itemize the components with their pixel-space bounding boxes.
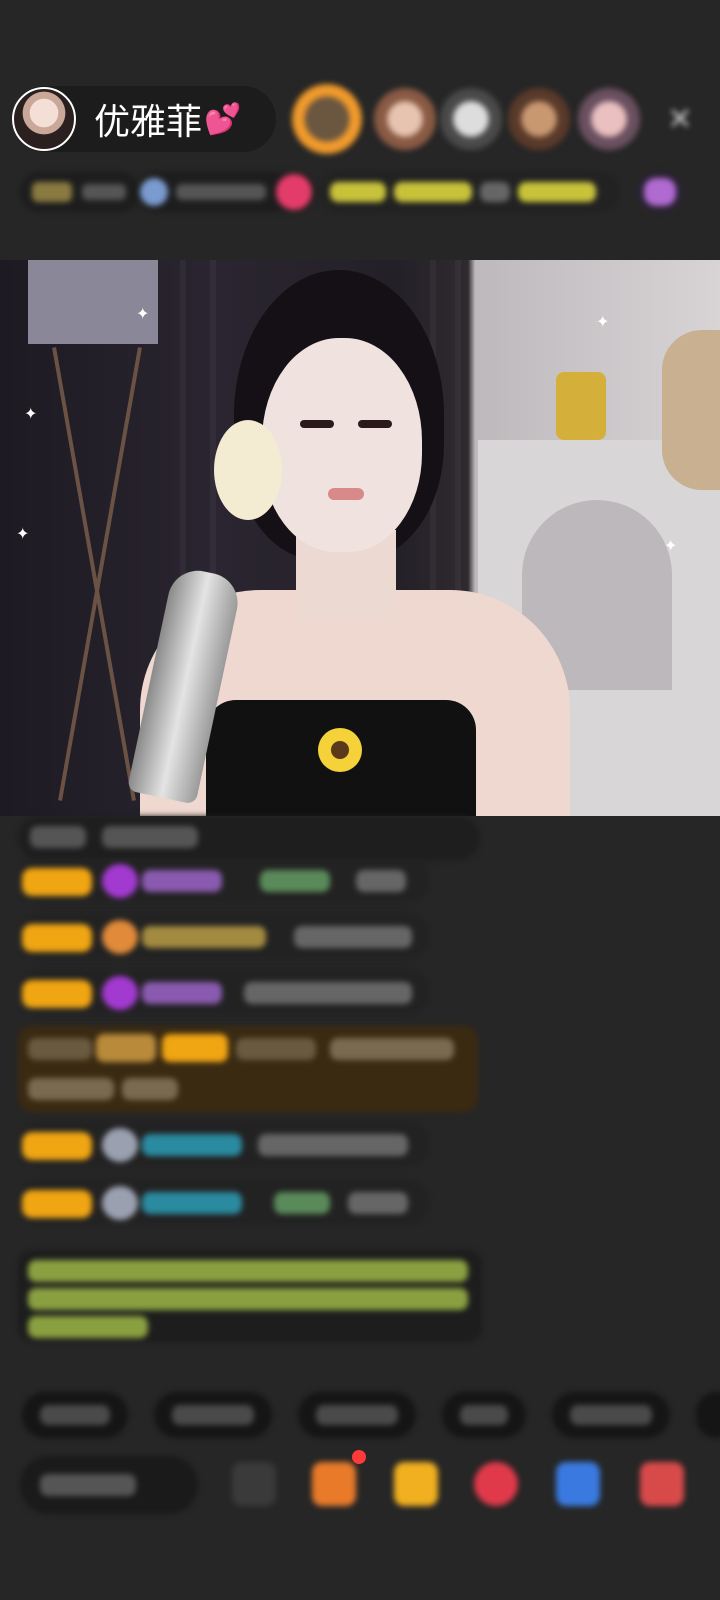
room-level-tag[interactable] (20, 172, 140, 212)
heart-icon[interactable] (474, 1462, 518, 1506)
heart-icon: 💕 (204, 101, 242, 137)
chat-highlight-message[interactable] (18, 1026, 478, 1112)
chat-message[interactable] (18, 816, 480, 860)
room-tags-row (0, 172, 720, 220)
gift-box-icon[interactable] (394, 1462, 438, 1506)
game-icon[interactable] (556, 1462, 600, 1506)
chat-message[interactable] (18, 1180, 430, 1224)
gift-icon[interactable] (312, 1462, 356, 1506)
host-info-pill[interactable]: 优雅菲 💕 (12, 86, 276, 152)
notification-dot (352, 1450, 366, 1464)
sparkle-icon: ✦ (24, 404, 38, 423)
room-announcement (18, 1250, 482, 1342)
viewer-avatar[interactable] (508, 88, 570, 150)
hair-flower (214, 420, 282, 520)
viewer-avatar[interactable] (578, 88, 640, 150)
sparkle-icon: ✦ (16, 524, 30, 543)
chat-icon[interactable] (232, 1462, 276, 1506)
quick-reply-chip[interactable] (552, 1392, 670, 1438)
quick-reply-chip[interactable] (22, 1392, 128, 1438)
viewer-avatar[interactable] (440, 88, 502, 150)
quick-reply-chip[interactable] (696, 1392, 720, 1438)
host-name: 优雅菲 (94, 102, 203, 143)
lamp (28, 260, 158, 344)
chat-message[interactable] (18, 914, 430, 958)
quick-reply-chip[interactable] (154, 1392, 272, 1438)
viewer-avatar[interactable] (374, 88, 436, 150)
room-badge-tag[interactable] (636, 172, 684, 212)
chat-message[interactable] (18, 858, 430, 902)
horse-figurine (556, 372, 606, 440)
sparkle-icon: ✦ (664, 536, 678, 555)
room-rank-tag[interactable] (136, 172, 316, 212)
close-icon[interactable]: ✕ (660, 100, 700, 140)
live-video-stream[interactable]: ✦ ✦ ✦ ✦ ✦ (0, 260, 720, 816)
quick-reply-chip[interactable] (298, 1392, 416, 1438)
more-icon[interactable] (640, 1462, 684, 1506)
host-avatar[interactable] (12, 87, 76, 151)
streamer-face (262, 338, 422, 552)
sparkle-icon: ✦ (136, 304, 150, 323)
dress-flower (318, 728, 362, 772)
chat-message[interactable] (18, 970, 430, 1014)
chat-message[interactable] (18, 1122, 430, 1166)
room-activity-tag[interactable] (320, 172, 620, 212)
quick-reply-chip[interactable] (442, 1392, 526, 1438)
top-viewer-avatar[interactable] (292, 84, 362, 154)
chat-input[interactable] (20, 1456, 198, 1514)
sparkle-icon: ✦ (596, 312, 610, 331)
